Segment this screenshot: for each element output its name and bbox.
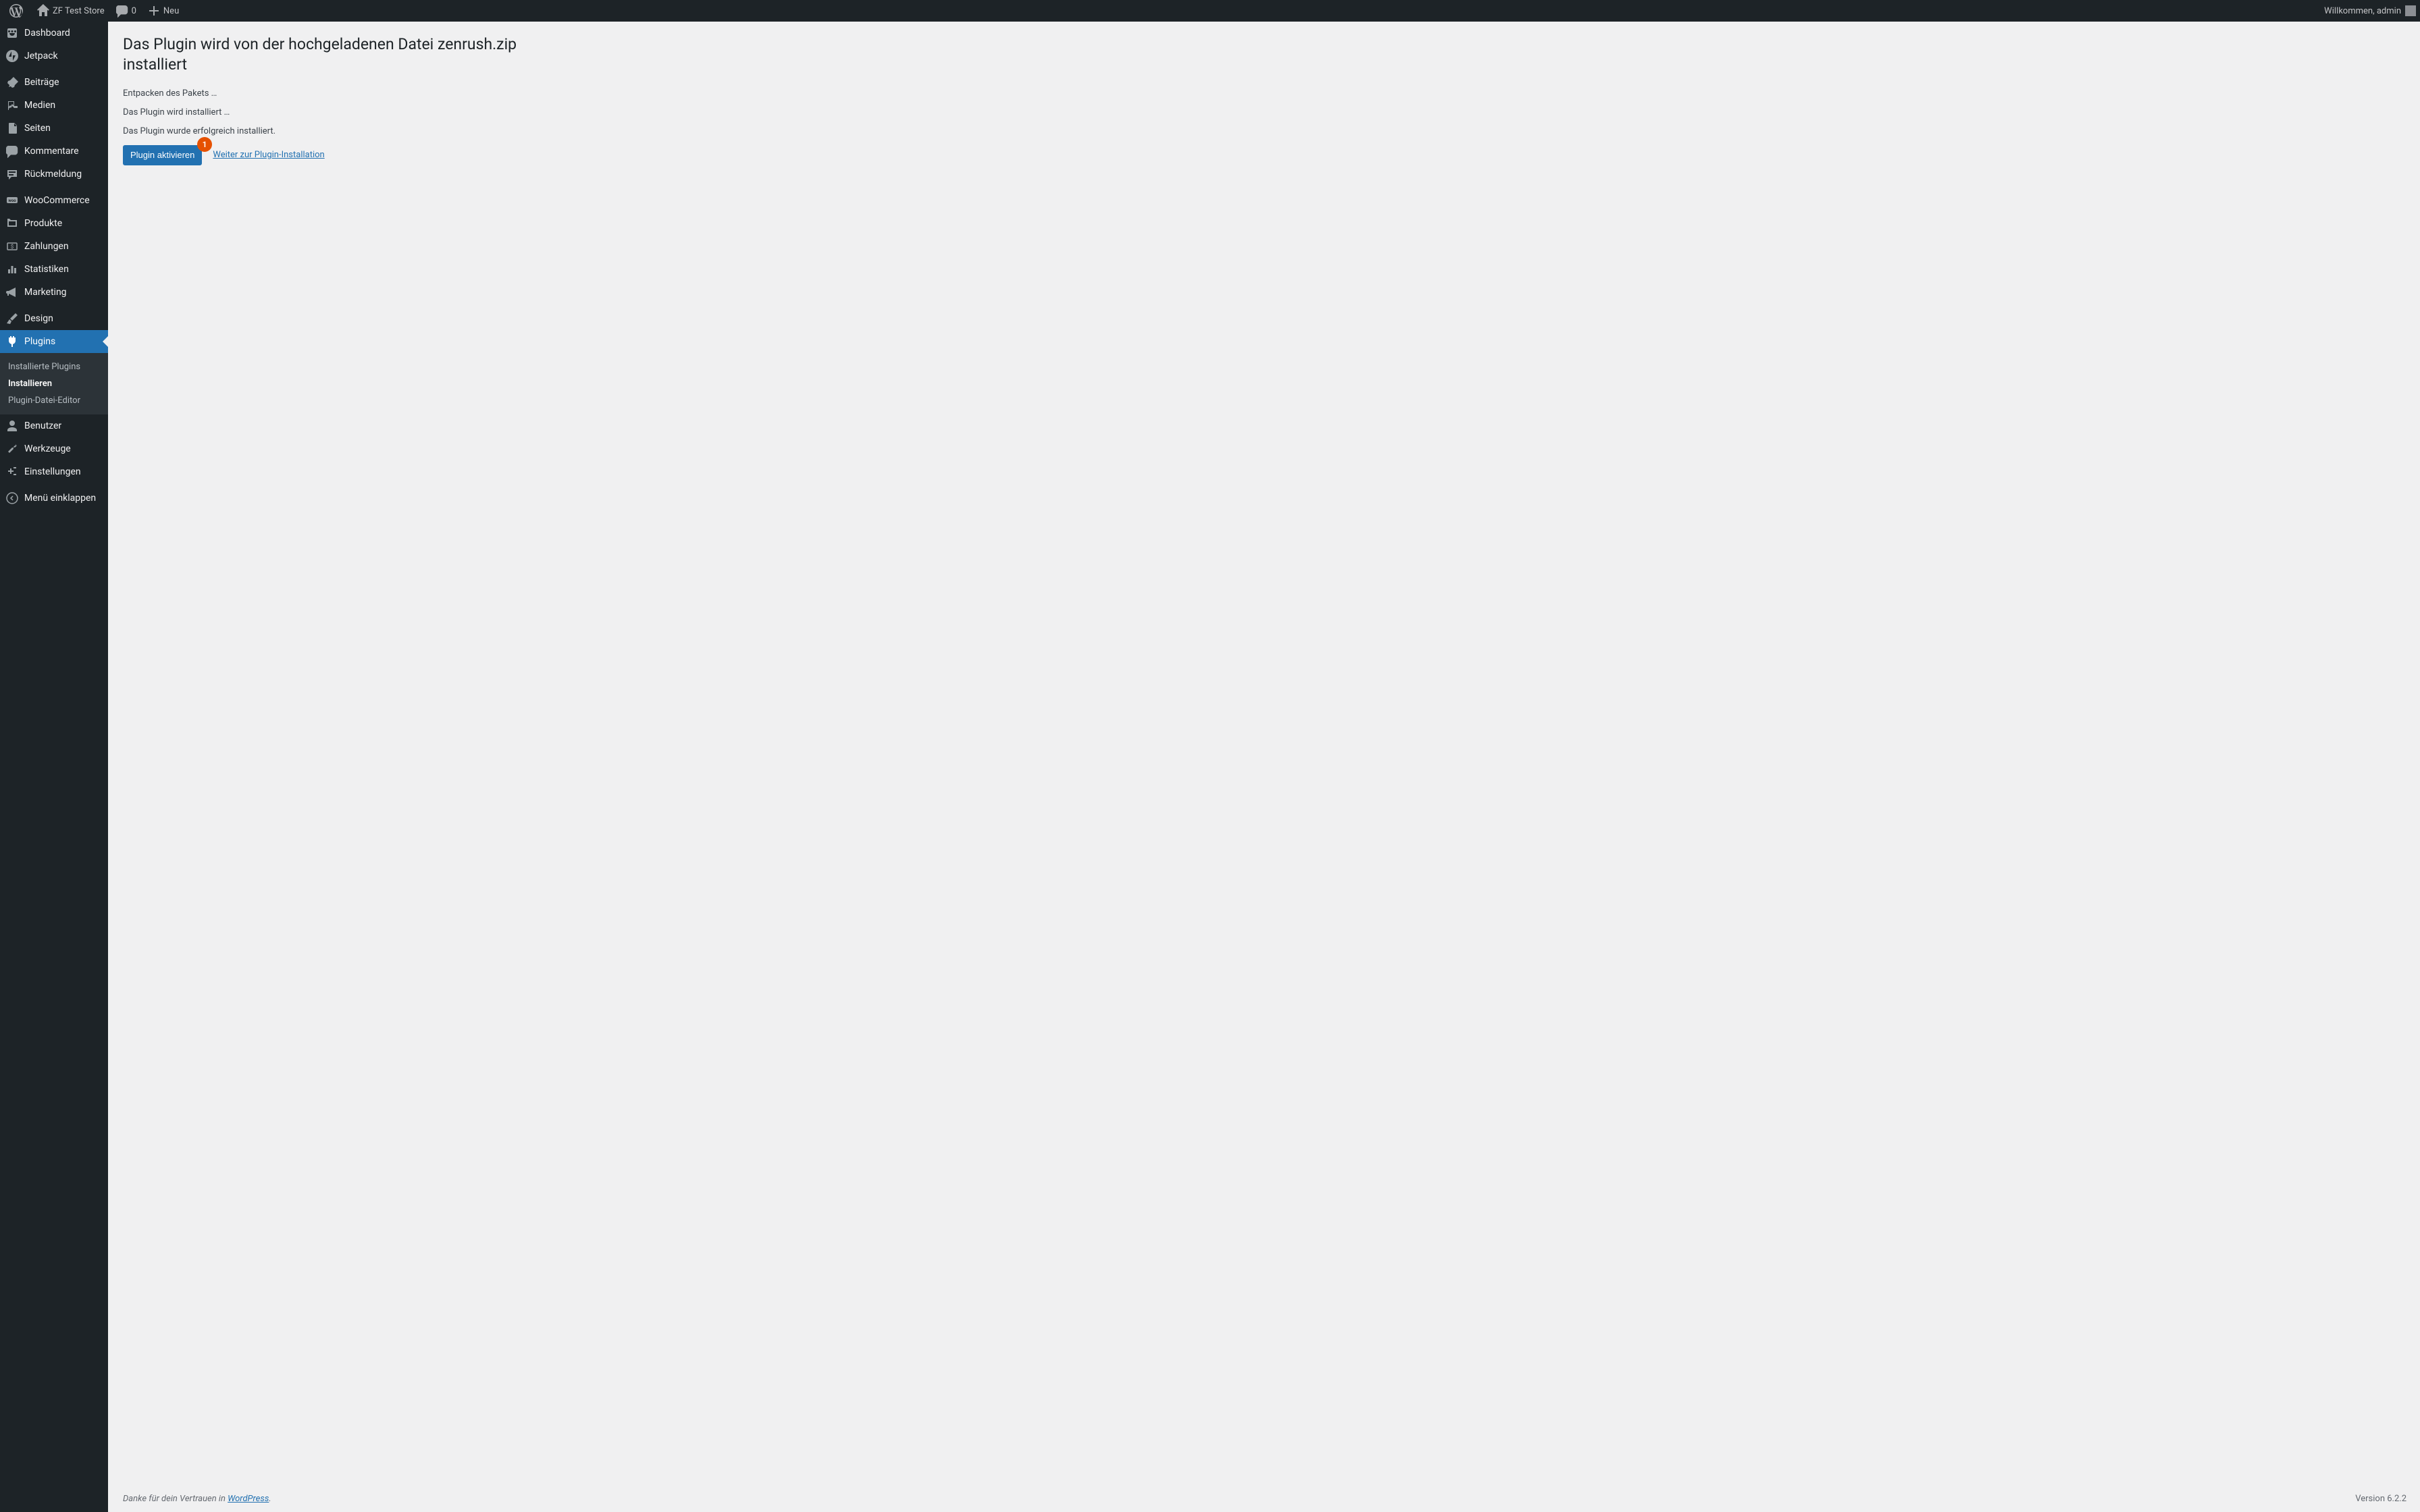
sidebar-item-dashboard[interactable]: Dashboard bbox=[0, 22, 108, 45]
admin-bar: ZF Test Store 0 Neu Willkommen, admin bbox=[0, 0, 2420, 22]
footer-thanks-prefix: Danke für dein Vertrauen in bbox=[123, 1494, 228, 1504]
footer: Danke für dein Vertrauen in WordPress. V… bbox=[123, 1486, 2406, 1512]
page-icon bbox=[5, 122, 19, 135]
sidebar-item-label: Dashboard bbox=[24, 28, 70, 38]
sidebar-item-pages[interactable]: Seiten bbox=[0, 117, 108, 140]
megaphone-icon bbox=[5, 286, 19, 299]
install-message-unpacking: Entpacken des Pakets … bbox=[123, 88, 2406, 99]
sidebar-item-label: WooCommerce bbox=[24, 195, 90, 206]
sidebar-item-label: Zahlungen bbox=[24, 241, 69, 252]
media-icon bbox=[5, 99, 19, 112]
sidebar-item-plugins[interactable]: Plugins bbox=[0, 330, 108, 353]
sidebar-item-label: Seiten bbox=[24, 123, 51, 134]
comment-icon bbox=[115, 4, 129, 18]
welcome-text: Willkommen, admin bbox=[2324, 6, 2401, 16]
page-title: Das Plugin wird von der hochgeladenen Da… bbox=[123, 28, 521, 78]
sidebar-item-label: Benutzer bbox=[24, 421, 61, 431]
step-badge: 1 bbox=[197, 137, 212, 152]
sidebar-item-label: Plugins bbox=[24, 336, 55, 347]
payments-icon: $ bbox=[5, 240, 19, 253]
plugins-submenu: Installierte Plugins Installieren Plugin… bbox=[0, 353, 108, 414]
user-icon bbox=[5, 419, 19, 433]
svg-text:woo: woo bbox=[8, 198, 16, 203]
settings-icon bbox=[5, 465, 19, 479]
sidebar-item-media[interactable]: Medien bbox=[0, 94, 108, 117]
install-message-success: Das Plugin wurde erfolgreich installiert… bbox=[123, 126, 2406, 136]
install-messages: Entpacken des Pakets … Das Plugin wird i… bbox=[123, 88, 2406, 136]
collapse-menu[interactable]: Menü einklappen bbox=[0, 487, 108, 510]
activate-plugin-button[interactable]: Plugin aktivieren bbox=[123, 145, 202, 165]
footer-thanks: Danke für dein Vertrauen in WordPress. bbox=[123, 1494, 271, 1504]
svg-text:$: $ bbox=[11, 244, 14, 250]
sidebar-item-label: Produkte bbox=[24, 218, 62, 229]
wrench-icon bbox=[5, 442, 19, 456]
sidebar-item-statistics[interactable]: Statistiken bbox=[0, 258, 108, 281]
submenu-install[interactable]: Installieren bbox=[0, 375, 108, 392]
footer-thanks-suffix: . bbox=[269, 1494, 271, 1504]
main-content: Das Plugin wird von der hochgeladenen Da… bbox=[108, 22, 2420, 1512]
sidebar-item-label: Werkzeuge bbox=[24, 443, 71, 454]
avatar bbox=[2405, 5, 2416, 16]
sidebar-item-jetpack[interactable]: Jetpack bbox=[0, 45, 108, 68]
plus-icon bbox=[147, 4, 161, 18]
brush-icon bbox=[5, 312, 19, 325]
install-message-installing: Das Plugin wird installiert … bbox=[123, 107, 2406, 117]
feedback-icon bbox=[5, 167, 19, 181]
sidebar-item-label: Design bbox=[24, 313, 53, 324]
pin-icon bbox=[5, 76, 19, 89]
sidebar-item-label: Marketing bbox=[24, 287, 67, 298]
admin-bar-left: ZF Test Store 0 Neu bbox=[4, 0, 184, 22]
sidebar-item-settings[interactable]: Einstellungen bbox=[0, 460, 108, 483]
woocommerce-icon: woo bbox=[5, 194, 19, 207]
site-name-label: ZF Test Store bbox=[53, 6, 105, 16]
wordpress-link[interactable]: WordPress bbox=[228, 1494, 269, 1504]
site-name-menu[interactable]: ZF Test Store bbox=[31, 0, 110, 22]
sidebar-item-label: Rückmeldung bbox=[24, 169, 82, 180]
chart-icon bbox=[5, 263, 19, 276]
sidebar-item-design[interactable]: Design bbox=[0, 307, 108, 330]
admin-sidebar: Dashboard Jetpack Beiträge Medien Seiten… bbox=[0, 22, 108, 1512]
user-menu[interactable]: Willkommen, admin bbox=[2319, 0, 2420, 22]
sidebar-item-label: Einstellungen bbox=[24, 466, 81, 477]
sidebar-item-label: Beiträge bbox=[24, 77, 59, 88]
dashboard-icon bbox=[5, 26, 19, 40]
products-icon bbox=[5, 217, 19, 230]
wordpress-icon bbox=[9, 4, 23, 18]
comments-menu[interactable]: 0 bbox=[110, 0, 142, 22]
plugin-icon bbox=[5, 335, 19, 348]
collapse-icon bbox=[5, 491, 19, 505]
comments-icon bbox=[5, 144, 19, 158]
comments-count: 0 bbox=[132, 6, 136, 16]
action-row: 1 Plugin aktivieren Weiter zur Plugin-In… bbox=[123, 145, 2406, 165]
submenu-installed-plugins[interactable]: Installierte Plugins bbox=[0, 358, 108, 375]
new-label: Neu bbox=[163, 6, 179, 16]
sidebar-item-tools[interactable]: Werkzeuge bbox=[0, 437, 108, 460]
jetpack-icon bbox=[5, 49, 19, 63]
sidebar-item-comments[interactable]: Kommentare bbox=[0, 140, 108, 163]
sidebar-item-users[interactable]: Benutzer bbox=[0, 414, 108, 437]
sidebar-item-label: Kommentare bbox=[24, 146, 79, 157]
submenu-plugin-editor[interactable]: Plugin-Datei-Editor bbox=[0, 392, 108, 409]
new-content-menu[interactable]: Neu bbox=[142, 0, 184, 22]
sidebar-item-label: Jetpack bbox=[24, 51, 58, 61]
sidebar-item-feedback[interactable]: Rückmeldung bbox=[0, 163, 108, 186]
sidebar-item-posts[interactable]: Beiträge bbox=[0, 71, 108, 94]
home-icon bbox=[36, 4, 50, 18]
sidebar-item-products[interactable]: Produkte bbox=[0, 212, 108, 235]
sidebar-item-payments[interactable]: $ Zahlungen bbox=[0, 235, 108, 258]
collapse-label: Menü einklappen bbox=[24, 493, 96, 504]
wordpress-logo-menu[interactable] bbox=[4, 0, 31, 22]
footer-version: Version 6.2.2 bbox=[2355, 1494, 2406, 1504]
sidebar-item-label: Statistiken bbox=[24, 264, 69, 275]
sidebar-item-label: Medien bbox=[24, 100, 55, 111]
sidebar-item-woocommerce[interactable]: woo WooCommerce bbox=[0, 189, 108, 212]
sidebar-item-marketing[interactable]: Marketing bbox=[0, 281, 108, 304]
continue-install-link[interactable]: Weiter zur Plugin-Installation bbox=[213, 150, 324, 160]
admin-bar-right: Willkommen, admin bbox=[2319, 0, 2420, 22]
